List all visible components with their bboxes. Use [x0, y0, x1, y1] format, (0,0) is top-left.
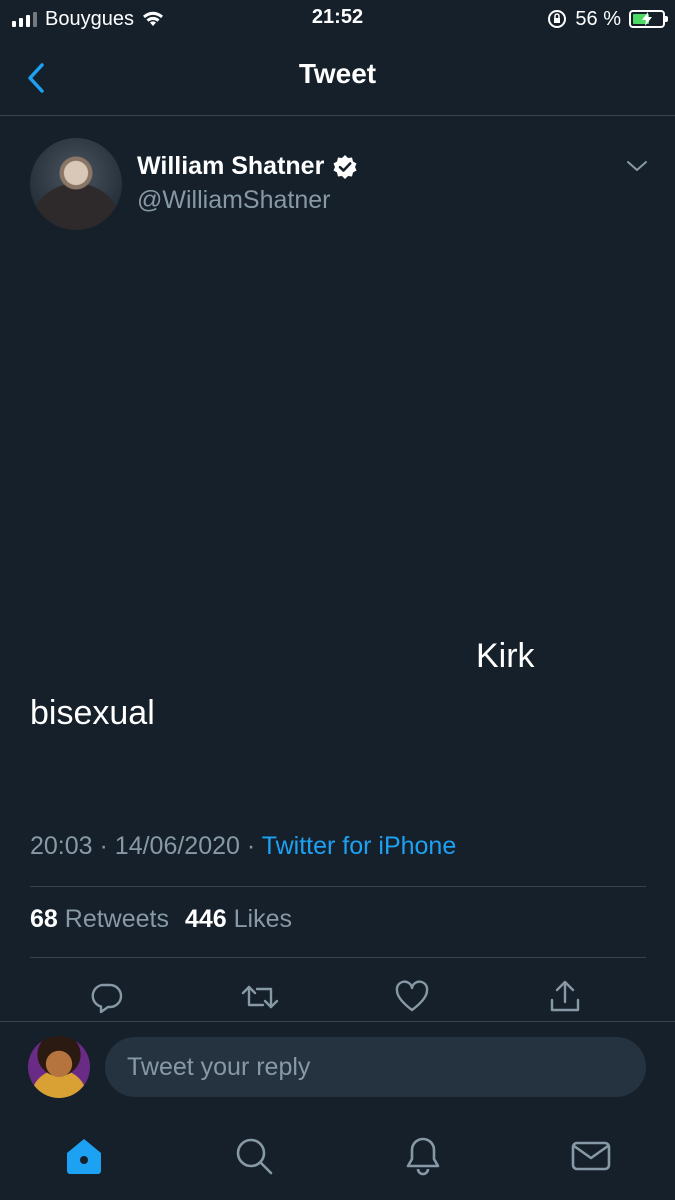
retweets-label: Retweets: [64, 905, 169, 933]
battery-icon: [629, 10, 668, 28]
retweet-icon: [241, 985, 279, 1009]
tweet-date: 14/06/2020: [114, 832, 240, 860]
author-name-row[interactable]: William Shatner: [137, 152, 358, 181]
author-name: William Shatner: [137, 152, 325, 180]
tab-bar: [0, 1120, 675, 1200]
retweets-count: 68: [30, 905, 58, 933]
share-icon: [550, 980, 580, 1012]
page-title: Tweet: [298, 58, 377, 89]
user-avatar[interactable]: [28, 1036, 90, 1098]
tweet-text-line-2: bisexual: [30, 694, 155, 732]
status-right: 56 %: [547, 6, 668, 32]
retweet-button[interactable]: [240, 977, 280, 1017]
charging-bolt-icon: [642, 12, 652, 26]
status-bar: Bouygues 21:52 56 %: [0, 0, 675, 40]
meta-separator: ·: [99, 832, 108, 860]
tweet-time: 20:03: [30, 832, 93, 860]
tweet-source-link[interactable]: Twitter for iPhone: [262, 832, 457, 860]
likes-count: 446: [184, 905, 227, 933]
share-button[interactable]: [545, 977, 585, 1017]
home-icon: [67, 1139, 101, 1174]
tweet-actions: [0, 977, 675, 1017]
search-icon: [236, 1138, 273, 1175]
tweet-text: Kirk bisexual: [30, 628, 650, 742]
divider: [30, 886, 646, 887]
tweet-stats: 68 Retweets 446 Likes: [30, 905, 292, 934]
like-icon: [395, 980, 429, 1012]
divider: [0, 1021, 675, 1022]
tweet-text-line-1: Kirk: [476, 637, 535, 675]
verified-badge-icon: [333, 154, 357, 179]
tab-notifications[interactable]: [401, 1134, 445, 1178]
notifications-icon: [406, 1137, 440, 1176]
more-options-button[interactable]: [623, 152, 651, 180]
retweets-stat[interactable]: 68 Retweets: [30, 905, 169, 934]
chevron-down-icon: [627, 161, 647, 171]
meta-separator: ·: [246, 832, 256, 860]
likes-stat[interactable]: 446 Likes: [185, 905, 292, 934]
reply-input[interactable]: [105, 1037, 646, 1097]
like-button[interactable]: [392, 977, 432, 1017]
rotation-lock-icon: [548, 10, 567, 28]
author-avatar[interactable]: [30, 138, 122, 230]
tab-search[interactable]: [232, 1134, 276, 1178]
tab-home[interactable]: [62, 1134, 106, 1178]
likes-label: Likes: [233, 905, 293, 933]
author-handle[interactable]: @WilliamShatner: [137, 186, 330, 215]
messages-icon: [571, 1141, 611, 1171]
tab-messages[interactable]: [569, 1134, 613, 1178]
tweet-detail-screen: Bouygues 21:52 56 % Tweet William Shatne…: [0, 0, 675, 1200]
battery-percent: 56 %: [575, 7, 621, 30]
reply-icon: [91, 983, 123, 1014]
divider: [30, 957, 646, 958]
reply-button[interactable]: [86, 977, 126, 1017]
tweet-meta: 20:03 · 14/06/2020 · Twitter for iPhone: [30, 832, 456, 861]
nav-bar: Tweet: [0, 40, 675, 116]
